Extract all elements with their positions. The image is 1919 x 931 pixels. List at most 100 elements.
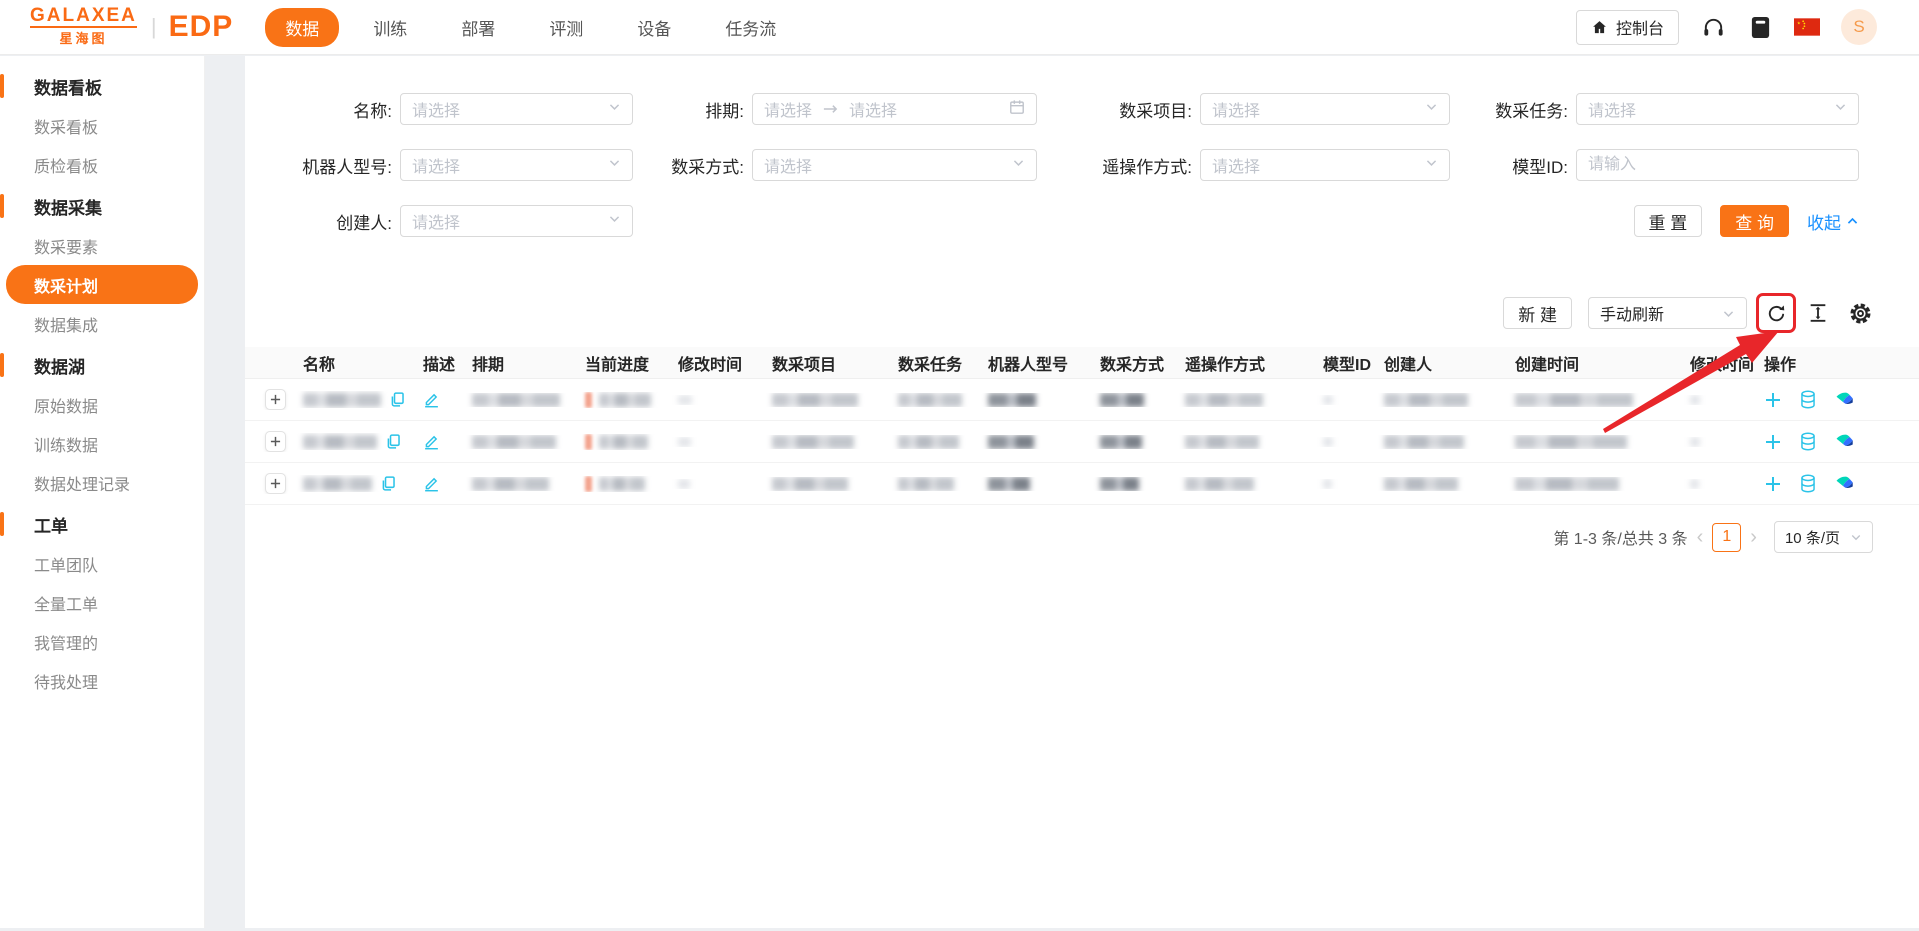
- nav-tab[interactable]: 评测: [529, 8, 603, 47]
- page-number[interactable]: 1: [1712, 522, 1742, 552]
- teleoperation-method-select[interactable]: 请选择: [1200, 149, 1450, 181]
- nav-tab[interactable]: 训练: [353, 8, 427, 47]
- lark-icon[interactable]: [1834, 473, 1855, 494]
- cell-creator: [1376, 392, 1507, 407]
- prev-page-icon[interactable]: ‹: [1688, 527, 1713, 547]
- add-icon[interactable]: [1764, 391, 1782, 409]
- sidebar-item[interactable]: 质检看板: [0, 145, 204, 184]
- brand-name: GALAXEA: [30, 5, 137, 26]
- column-header-schedule: 排期: [472, 356, 505, 374]
- search-button[interactable]: 查 询: [1720, 205, 1789, 237]
- cn-flag-icon[interactable]: [1794, 14, 1820, 40]
- chevron-down-icon: [1012, 156, 1025, 174]
- collapse-link[interactable]: 收起: [1807, 209, 1859, 234]
- column-height-icon[interactable]: [1805, 300, 1831, 326]
- sidebar-item[interactable]: 数采计划: [6, 265, 198, 304]
- cell-name: [295, 391, 415, 408]
- cell-progress: [577, 433, 670, 450]
- edit-icon[interactable]: [423, 391, 440, 408]
- column-header-robot-model: 机器人型号: [988, 356, 1069, 374]
- settings-icon[interactable]: [1847, 300, 1873, 326]
- logo-divider: |: [150, 14, 157, 39]
- table-header-row: 名称 描述 排期 当前进度 修改时间 数采项目 数采任务 机器人型号 数采方式 遥操作方式 模型ID…: [245, 347, 1919, 379]
- filter-label: 模型ID:: [1512, 157, 1568, 177]
- lark-icon[interactable]: [1834, 389, 1855, 410]
- page-size-select[interactable]: 10 条/页: [1773, 521, 1873, 553]
- cell-collection-method: [1092, 476, 1177, 491]
- reload-icon[interactable]: [1756, 293, 1796, 333]
- chevron-down-icon: [1425, 156, 1438, 174]
- chevron-down-icon: [1834, 100, 1847, 118]
- cell-robot-model: [980, 476, 1092, 491]
- app-root: GALAXEA 星海图 | EDP 数据训练部署评测设备任务流 控制台: [0, 0, 1919, 931]
- copy-icon[interactable]: [389, 391, 406, 408]
- collection-project-select[interactable]: 请选择: [1200, 93, 1450, 125]
- sidebar-item[interactable]: 原始数据: [0, 385, 204, 424]
- sidebar-item[interactable]: 待我处理: [0, 661, 204, 700]
- cell-collection-method: [1092, 434, 1177, 449]
- nav-tab[interactable]: 任务流: [705, 8, 796, 47]
- product-name: EDP: [168, 10, 234, 43]
- sidebar-item[interactable]: 全量工单: [0, 583, 204, 622]
- avatar[interactable]: S: [1841, 9, 1877, 45]
- column-header-collection-task: 数采任务: [898, 356, 963, 374]
- expand-plus-icon[interactable]: [265, 389, 286, 410]
- expand-plus-icon[interactable]: [265, 431, 286, 452]
- collection-task-select[interactable]: 请选择: [1576, 93, 1859, 125]
- name-select[interactable]: 请选择: [400, 93, 633, 125]
- main-panel: 名称: 请选择 排期: 请选择 请选择 数采项目: 请选择 数采任务: 请选择 机器人型号: 请选择…: [245, 56, 1919, 928]
- group-accent-bar: [0, 512, 4, 536]
- edit-icon[interactable]: [423, 475, 440, 492]
- sidebar-item[interactable]: 工单团队: [0, 544, 204, 583]
- sidebar-item[interactable]: 我管理的: [0, 622, 204, 661]
- refresh-mode-select[interactable]: 手动刷新: [1588, 297, 1747, 329]
- cell-schedule: [464, 434, 577, 449]
- add-icon[interactable]: [1764, 433, 1782, 451]
- sidebar-item[interactable]: 数据集成: [0, 304, 204, 343]
- lark-icon[interactable]: [1834, 431, 1855, 452]
- cell-collection-project: [764, 476, 890, 491]
- robot-model-select[interactable]: 请选择: [400, 149, 633, 181]
- database-icon[interactable]: [1799, 390, 1817, 409]
- create-button[interactable]: 新 建: [1503, 297, 1572, 329]
- database-icon[interactable]: [1799, 474, 1817, 493]
- nav-tab[interactable]: 部署: [441, 8, 515, 47]
- nav-tab[interactable]: 设备: [617, 8, 691, 47]
- schedule-date-range[interactable]: 请选择 请选择: [752, 93, 1037, 125]
- chevron-down-icon: [608, 156, 621, 174]
- headset-icon[interactable]: [1700, 14, 1726, 40]
- nav-tab[interactable]: 数据: [265, 7, 340, 47]
- cell-name: [295, 433, 415, 450]
- sidebar-item[interactable]: 数采看板: [0, 106, 204, 145]
- handbook-icon[interactable]: [1747, 14, 1773, 40]
- sidebar-item[interactable]: 训练数据: [0, 424, 204, 463]
- copy-icon[interactable]: [385, 433, 402, 450]
- calendar-icon: [1009, 99, 1025, 120]
- filter-label: 机器人型号:: [302, 157, 392, 177]
- swap-right-icon: [822, 103, 839, 115]
- cell-actions: [1756, 473, 1866, 494]
- collection-method-select[interactable]: 请选择: [752, 149, 1037, 181]
- model-id-input[interactable]: [1576, 149, 1859, 181]
- table-toolbar: 新 建 手动刷新: [245, 293, 1919, 333]
- pagination: 第 1-3 条/总共 3 条 ‹ 1 › 10 条/页: [245, 521, 1919, 553]
- next-page-icon[interactable]: ›: [1741, 527, 1766, 547]
- filter-field-collection-method: 数采方式: 请选择: [649, 149, 1053, 181]
- console-button[interactable]: 控制台: [1575, 9, 1679, 45]
- cell-collection-task: [890, 476, 980, 491]
- cell-teleoperation-method: [1177, 434, 1315, 449]
- edit-icon[interactable]: [423, 433, 440, 450]
- sidebar-item[interactable]: 数采要素: [0, 226, 204, 265]
- collapse-label: 收起: [1807, 213, 1841, 233]
- copy-icon[interactable]: [380, 475, 397, 492]
- cell-collection-project: [764, 392, 890, 407]
- add-icon[interactable]: [1764, 475, 1782, 493]
- database-icon[interactable]: [1799, 432, 1817, 451]
- cell-name: [295, 475, 415, 492]
- reset-button[interactable]: 重 置: [1633, 205, 1703, 237]
- table-row: [245, 463, 1919, 505]
- chevron-down-icon: [1723, 310, 1734, 317]
- creator-select[interactable]: 请选择: [400, 205, 633, 237]
- expand-plus-icon[interactable]: [265, 473, 286, 494]
- sidebar-item[interactable]: 数据处理记录: [0, 463, 204, 502]
